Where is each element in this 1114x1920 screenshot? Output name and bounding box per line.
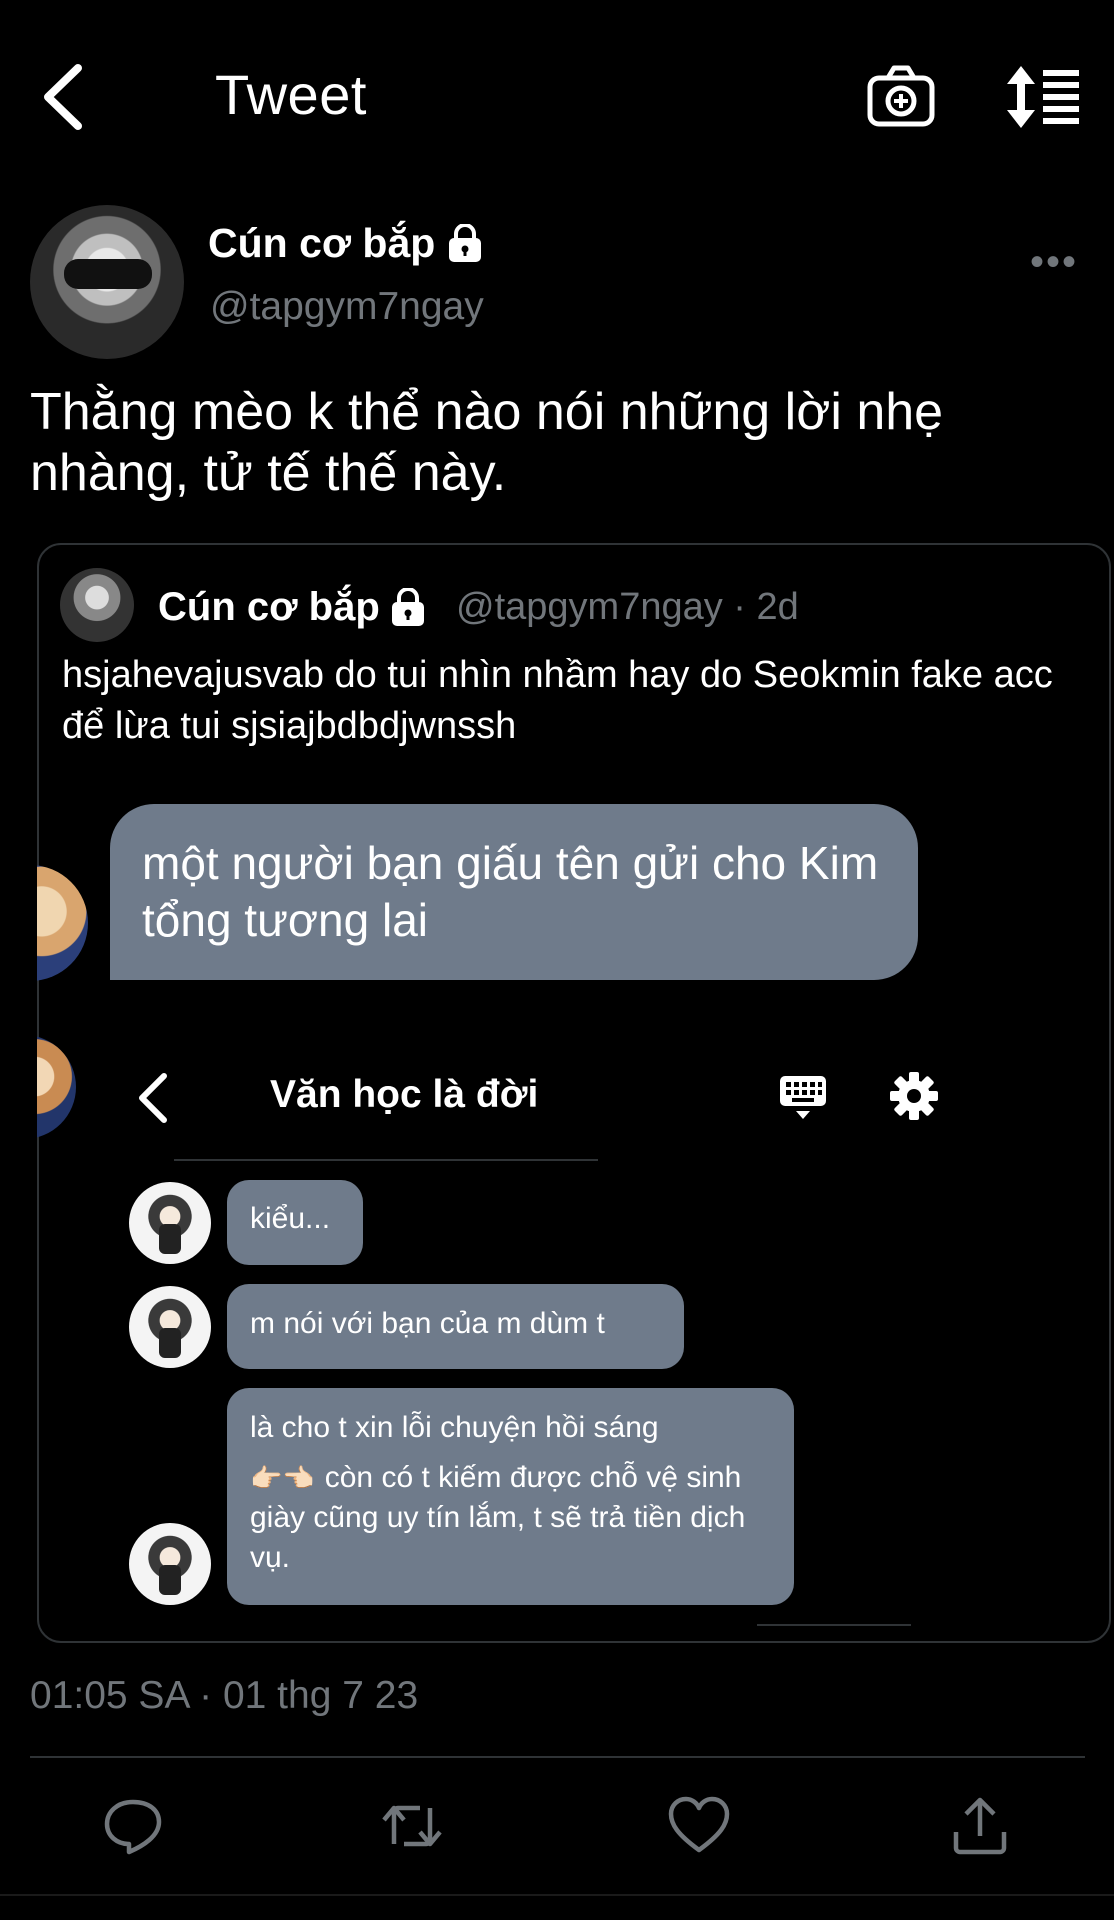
divider	[0, 1894, 1114, 1896]
more-options-icon[interactable]: •••	[1030, 240, 1078, 285]
divider	[174, 1159, 598, 1161]
pointing-hands-emoji: 👉🏻👈🏻	[250, 1463, 315, 1493]
retweet-icon[interactable]	[380, 1794, 444, 1858]
keyboard-icon	[780, 1076, 826, 1119]
chat-message: m nói với bạn của m dùm t	[250, 1307, 605, 1340]
camera-plus-icon[interactable]	[866, 62, 936, 132]
tweet-text: Thằng mèo k thể nào nói những lời nhẹ nh…	[30, 383, 944, 502]
chat-message: kiểu...	[250, 1202, 331, 1235]
share-icon[interactable]	[948, 1794, 1012, 1858]
reply-icon[interactable]	[101, 1794, 165, 1858]
chat-message: 👉🏻👈🏻 còn có t kiếm được chỗ vệ sinh giày …	[250, 1458, 780, 1578]
sender-avatar	[37, 1035, 76, 1139]
chat-avatar	[129, 1286, 211, 1368]
sort-icon[interactable]	[1005, 64, 1081, 130]
heart-icon[interactable]	[667, 1794, 731, 1858]
sender-avatar	[37, 865, 88, 981]
author-name-row[interactable]: Cún cơ bắp	[208, 220, 483, 267]
chat-title: Văn học là đời	[270, 1073, 539, 1116]
tweet-timestamp[interactable]: 01:05 SA · 01 thg 7 23	[30, 1674, 418, 1718]
back-chevron-icon[interactable]	[40, 62, 90, 132]
author-avatar[interactable]	[30, 205, 184, 359]
lock-icon	[449, 223, 482, 262]
chat-message-long: là cho t xin lỗi chuyện hồi sáng 👉🏻👈🏻 còn…	[250, 1408, 780, 1578]
divider	[757, 1624, 911, 1626]
message-text: một người bạn giấu tên gửi cho Kim tổng …	[142, 837, 879, 946]
chat-message-continued: còn có t kiếm được chỗ vệ sinh giày cũng…	[250, 1461, 746, 1574]
quoted-media[interactable]: một người bạn giấu tên gửi cho Kim tổng …	[37, 543, 1107, 1639]
author-handle[interactable]: @tapgym7ngay	[210, 285, 484, 329]
back-chevron-icon	[139, 1073, 167, 1123]
chat-avatar	[129, 1182, 211, 1264]
author-name: Cún cơ bắp	[208, 220, 436, 266]
divider	[30, 1756, 1085, 1758]
chat-avatar	[129, 1523, 211, 1605]
chat-message: là cho t xin lỗi chuyện hồi sáng	[250, 1411, 659, 1444]
page-title: Tweet	[215, 63, 367, 126]
gear-icon	[890, 1072, 938, 1120]
